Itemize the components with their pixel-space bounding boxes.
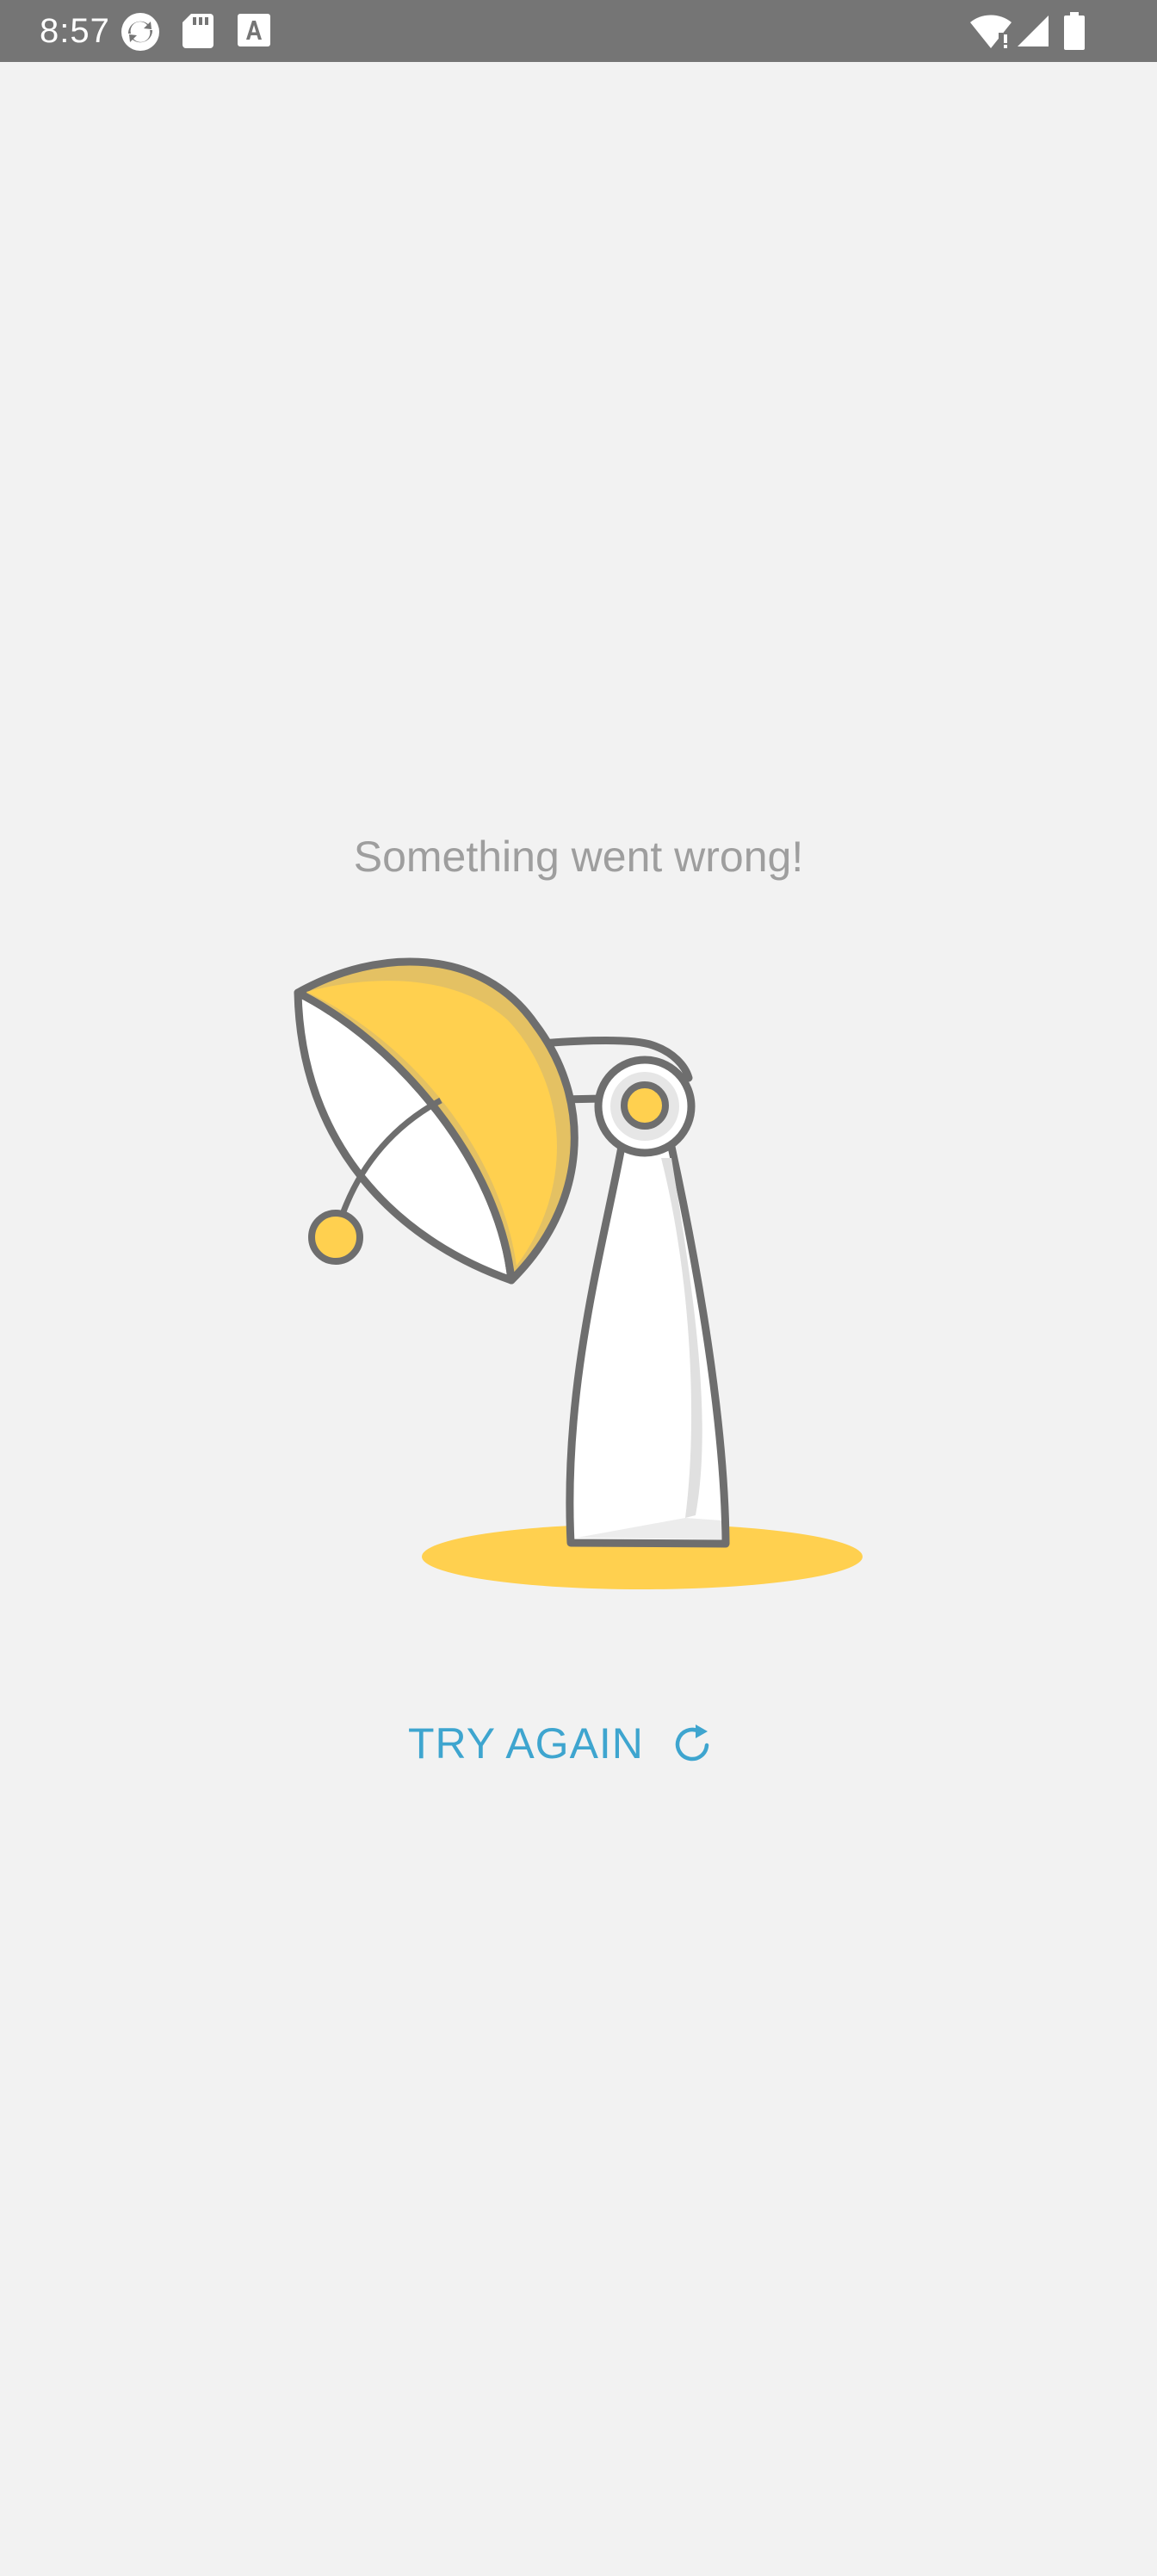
status-time: 8:57 [40,12,110,50]
battery-icon [1064,12,1085,54]
error-message: Something went wrong! [353,833,804,881]
font-download-icon [238,14,270,51]
desk-lamp-illustration [284,947,887,1606]
try-again-label: TRY AGAIN [408,1719,644,1768]
status-bar: 8:57 [0,0,1157,62]
sync-icon [119,10,162,58]
desk-lamp-icon [294,957,863,1589]
cell-signal-icon [1016,14,1050,53]
refresh-icon [670,1721,715,1766]
sd-card-icon [183,14,213,53]
wifi-icon [969,12,1012,54]
try-again-button[interactable]: TRY AGAIN [408,1709,715,1778]
